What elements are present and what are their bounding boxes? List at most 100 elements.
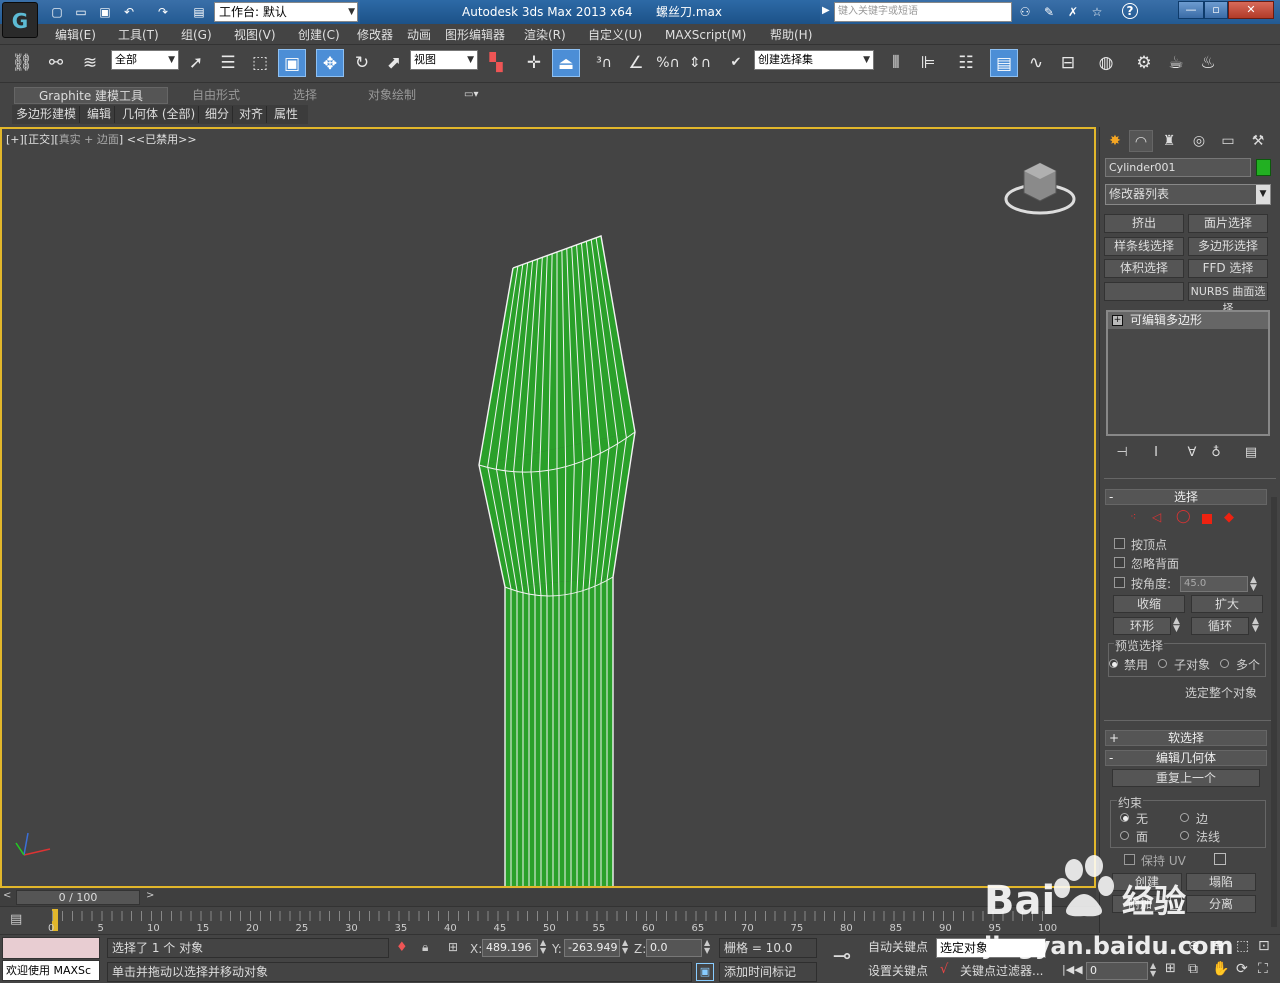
key-filters-button[interactable]: 关键点过滤器...: [956, 962, 1048, 982]
rect-selection-icon[interactable]: ⬚: [246, 49, 274, 77]
constraint-normal-radio[interactable]: [1180, 831, 1189, 840]
grow-button[interactable]: 扩大: [1191, 595, 1263, 613]
constraint-face-radio[interactable]: [1120, 831, 1129, 840]
auto-key-button[interactable]: 自动关键点: [864, 938, 932, 958]
zoom-extents-all-icon[interactable]: ⊡: [1258, 938, 1270, 954]
ring-spinner-icon[interactable]: ▲ ▼: [1173, 617, 1180, 634]
bind-spacewarp-icon[interactable]: ≋: [76, 49, 104, 77]
object-color-swatch[interactable]: [1256, 159, 1271, 176]
modifier-ffd-select-button[interactable]: FFD 选择: [1188, 259, 1268, 278]
align-icon[interactable]: ⊫: [914, 49, 942, 77]
object-name-field[interactable]: Cylinder001: [1105, 158, 1251, 177]
modifier-spline-select-button[interactable]: 样条线选择: [1104, 237, 1184, 256]
track-bar[interactable]: ▤ 0 5 10 15 20 25 30 35 40 45 50 55 60 65 70 75 80 85 90 95…: [0, 906, 1096, 934]
absolute-mode-icon[interactable]: ⊞: [448, 940, 458, 954]
loop-button[interactable]: 循环: [1191, 617, 1249, 635]
attach-button[interactable]: 附加: [1112, 895, 1168, 913]
modifier-patch-select-button[interactable]: 面片选择: [1188, 214, 1268, 233]
border-mode-icon[interactable]: ◯: [1176, 509, 1191, 524]
maximize-viewport-icon[interactable]: ⛶: [1258, 961, 1268, 977]
motion-tab-icon[interactable]: ◎: [1187, 130, 1211, 152]
percent-snap-icon[interactable]: %∩: [654, 49, 682, 77]
set-key-button[interactable]: 设置关键点: [864, 962, 932, 982]
constraint-edge-radio[interactable]: [1180, 813, 1189, 822]
unlink-icon[interactable]: ⚯: [42, 49, 70, 77]
select-scale-icon[interactable]: ⬈: [380, 49, 408, 77]
y-coord-input[interactable]: -263.949: [564, 939, 620, 957]
collapse-button[interactable]: 塌陷: [1186, 873, 1256, 891]
search-input[interactable]: 键入关键字或短语: [834, 2, 1012, 22]
preview-multi-radio[interactable]: [1220, 659, 1229, 668]
named-selection-dropdown[interactable]: 创建选择集 ▼: [754, 50, 874, 70]
panel-properties[interactable]: 属性: [271, 106, 301, 123]
configure-sets-icon[interactable]: ▤: [1243, 444, 1259, 462]
minimize-button[interactable]: —: [1178, 1, 1204, 19]
next-frame-arrow-icon[interactable]: >: [146, 890, 154, 901]
menu-animation[interactable]: 动画: [407, 27, 431, 43]
detach-button[interactable]: 分离: [1186, 895, 1256, 913]
panel-subdivision[interactable]: 细分: [202, 106, 234, 123]
add-time-tag-button[interactable]: 添加时间标记: [719, 962, 817, 982]
new-file-icon[interactable]: ▢: [48, 3, 66, 21]
select-manipulate-icon[interactable]: ✛: [520, 49, 548, 77]
modifier-vol-select-button[interactable]: 体积选择: [1104, 259, 1184, 278]
tab-graphite[interactable]: Graphite 建模工具: [14, 87, 168, 104]
selection-rollout-header[interactable]: - 选择: [1105, 489, 1267, 505]
panel-poly-modeling[interactable]: 多边形建模: [13, 106, 81, 123]
show-end-result-icon[interactable]: Ⅰ: [1148, 444, 1164, 462]
communication-icon[interactable]: ✗: [1064, 3, 1082, 21]
material-editor-icon[interactable]: ◍: [1092, 49, 1120, 77]
edge-mode-icon[interactable]: ◁: [1152, 510, 1161, 524]
reference-coord-dropdown[interactable]: 视图 ▼: [410, 50, 478, 70]
time-tag-icon[interactable]: ▣: [696, 963, 714, 981]
display-tab-icon[interactable]: ▭: [1216, 130, 1240, 152]
redo-icon[interactable]: ↷: [154, 3, 172, 21]
render-setup-icon[interactable]: ⚙: [1130, 49, 1158, 77]
preview-disable-radio[interactable]: [1109, 659, 1118, 668]
time-slider-thumb[interactable]: 0 / 100: [16, 890, 140, 905]
panel-geometry-all[interactable]: 几何体 (全部): [119, 106, 200, 123]
orbit-icon[interactable]: ⟳: [1236, 961, 1248, 977]
modifier-empty-button[interactable]: [1104, 282, 1184, 301]
screwdriver-mesh[interactable]: [2, 129, 1094, 886]
loop-spinner-icon[interactable]: ▲ ▼: [1252, 617, 1259, 634]
workspace-dropdown[interactable]: 工作台: 默认 ▼: [214, 2, 358, 22]
menu-create[interactable]: 创建(C): [298, 27, 340, 43]
modifier-poly-select-button[interactable]: 多边形选择: [1188, 237, 1268, 256]
menu-tools[interactable]: 工具(T): [118, 27, 159, 43]
favorites-icon[interactable]: ☆: [1088, 3, 1106, 21]
tab-freeform[interactable]: 自由形式: [186, 87, 246, 104]
binoculars-icon[interactable]: ⚇: [1016, 3, 1034, 21]
ring-button[interactable]: 环形: [1113, 617, 1171, 635]
expand-plus-icon[interactable]: +: [1109, 731, 1119, 745]
mini-curve-editor-icon[interactable]: ▤: [10, 912, 32, 930]
help-icon[interactable]: ?: [1122, 3, 1138, 19]
ignore-backfacing-checkbox[interactable]: [1114, 557, 1125, 568]
snaps-toggle-icon[interactable]: ³∩: [590, 49, 618, 77]
select-rotate-icon[interactable]: ↻: [348, 49, 376, 77]
go-to-start-icon[interactable]: |◀◀: [1062, 963, 1083, 976]
z-coord-input[interactable]: 0.0: [646, 939, 702, 957]
key-mode-dropdown[interactable]: 选定对象: [936, 938, 1046, 958]
menu-views[interactable]: 视图(V): [234, 27, 276, 43]
tab-object-paint[interactable]: 对象绘制: [362, 87, 422, 104]
menu-edit[interactable]: 编辑(E): [55, 27, 96, 43]
menu-rendering[interactable]: 渲染(R): [524, 27, 566, 43]
subscription-icon[interactable]: ✎: [1040, 3, 1058, 21]
link-icon[interactable]: ⛓: [8, 49, 36, 77]
menu-maxscript[interactable]: MAXScript(M): [665, 27, 746, 43]
pan-view-icon[interactable]: ✋: [1212, 961, 1229, 977]
by-vertex-checkbox[interactable]: [1114, 538, 1125, 549]
make-unique-icon[interactable]: ∀: [1184, 444, 1200, 462]
mirror-icon[interactable]: ⫴: [882, 49, 910, 77]
modify-tab-icon[interactable]: ◠: [1129, 130, 1153, 152]
attach-settings-icon[interactable]: [1170, 896, 1182, 910]
repeat-last-button[interactable]: 重复上一个: [1112, 769, 1260, 787]
key-filters-icon[interactable]: √: [940, 962, 948, 977]
menu-modifiers[interactable]: 修改器: [357, 27, 393, 43]
undo-icon[interactable]: ↶: [120, 3, 138, 21]
y-spinner-icon[interactable]: ▲ ▼: [622, 939, 628, 955]
open-file-icon[interactable]: ▭: [72, 3, 90, 21]
select-by-name-icon[interactable]: ☰: [214, 49, 242, 77]
maxscript-listener-mini[interactable]: [2, 937, 100, 959]
